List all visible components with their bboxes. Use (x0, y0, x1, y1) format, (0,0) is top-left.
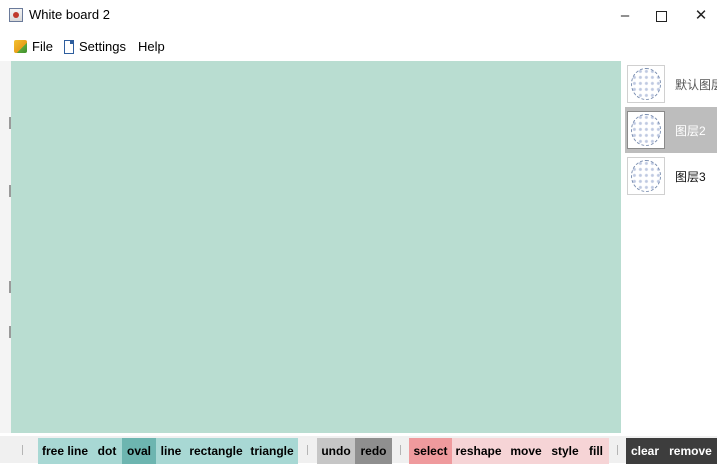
undo-button[interactable]: undo (317, 438, 355, 464)
minimize-icon: – (620, 7, 630, 24)
style-tool-button[interactable]: style (547, 438, 583, 464)
menu-settings[interactable]: Settings (64, 39, 126, 54)
triangle-tool-button[interactable]: triangle (246, 438, 298, 464)
maximize-button[interactable] (641, 4, 681, 28)
toolbar-separator (617, 445, 618, 455)
menu-help[interactable]: Help (138, 39, 165, 54)
close-icon: ✕ (694, 7, 708, 24)
dot-tool-button[interactable]: dot (92, 438, 122, 464)
remove-layer-button[interactable]: remove (664, 438, 717, 464)
toolbar-separator (307, 445, 308, 455)
maximize-icon (655, 10, 667, 22)
fill-tool-button[interactable]: fill (583, 438, 609, 464)
menu-file-label: File (32, 39, 53, 54)
file-icon (14, 40, 27, 53)
window-title: White board 2 (29, 7, 110, 22)
line-tool-button[interactable]: line (156, 438, 186, 464)
layer-preview-icon (631, 114, 661, 146)
close-button[interactable]: ✕ (681, 4, 717, 28)
minimize-button[interactable]: – (605, 4, 645, 28)
menu-help-label: Help (138, 39, 165, 54)
layer-label: 图层3 (675, 170, 706, 184)
free-line-tool-button[interactable]: free line (38, 438, 92, 464)
layer-item-2[interactable]: 图层2 (625, 107, 717, 153)
clear-button[interactable]: clear (626, 438, 664, 464)
layer-thumbnail (627, 157, 665, 195)
drawing-canvas[interactable] (11, 61, 621, 433)
toolbar-separator (22, 445, 23, 455)
toolbar-separator (400, 445, 401, 455)
layer-thumbnail (627, 65, 665, 103)
menu-file[interactable]: File (14, 39, 53, 54)
layer-item-default[interactable]: 默认图层 (625, 61, 717, 107)
layer-preview-icon (631, 160, 661, 192)
move-tool-button[interactable]: move (505, 438, 547, 464)
oval-tool-button[interactable]: oval (122, 438, 156, 464)
layer-thumbnail (627, 111, 665, 149)
document-icon (64, 40, 74, 54)
java-app-icon (9, 8, 23, 22)
rectangle-tool-button[interactable]: rectangle (186, 438, 246, 464)
menu-bar: File Settings Help (0, 36, 717, 58)
layer-item-3[interactable]: 图层3 (625, 153, 717, 199)
layer-label: 默认图层 (675, 78, 717, 92)
layer-label: 图层2 (675, 124, 706, 138)
menu-settings-label: Settings (79, 39, 126, 54)
select-tool-button[interactable]: select (409, 438, 452, 464)
layer-preview-icon (631, 68, 661, 100)
title-bar: White board 2 – ✕ (0, 0, 717, 34)
layer-panel: 默认图层 图层2 图层3 (625, 61, 717, 433)
redo-button[interactable]: redo (355, 438, 392, 464)
tool-bar: free line dot oval line rectangle triang… (0, 436, 717, 464)
reshape-tool-button[interactable]: reshape (452, 438, 505, 464)
canvas-left-edge (0, 61, 11, 433)
